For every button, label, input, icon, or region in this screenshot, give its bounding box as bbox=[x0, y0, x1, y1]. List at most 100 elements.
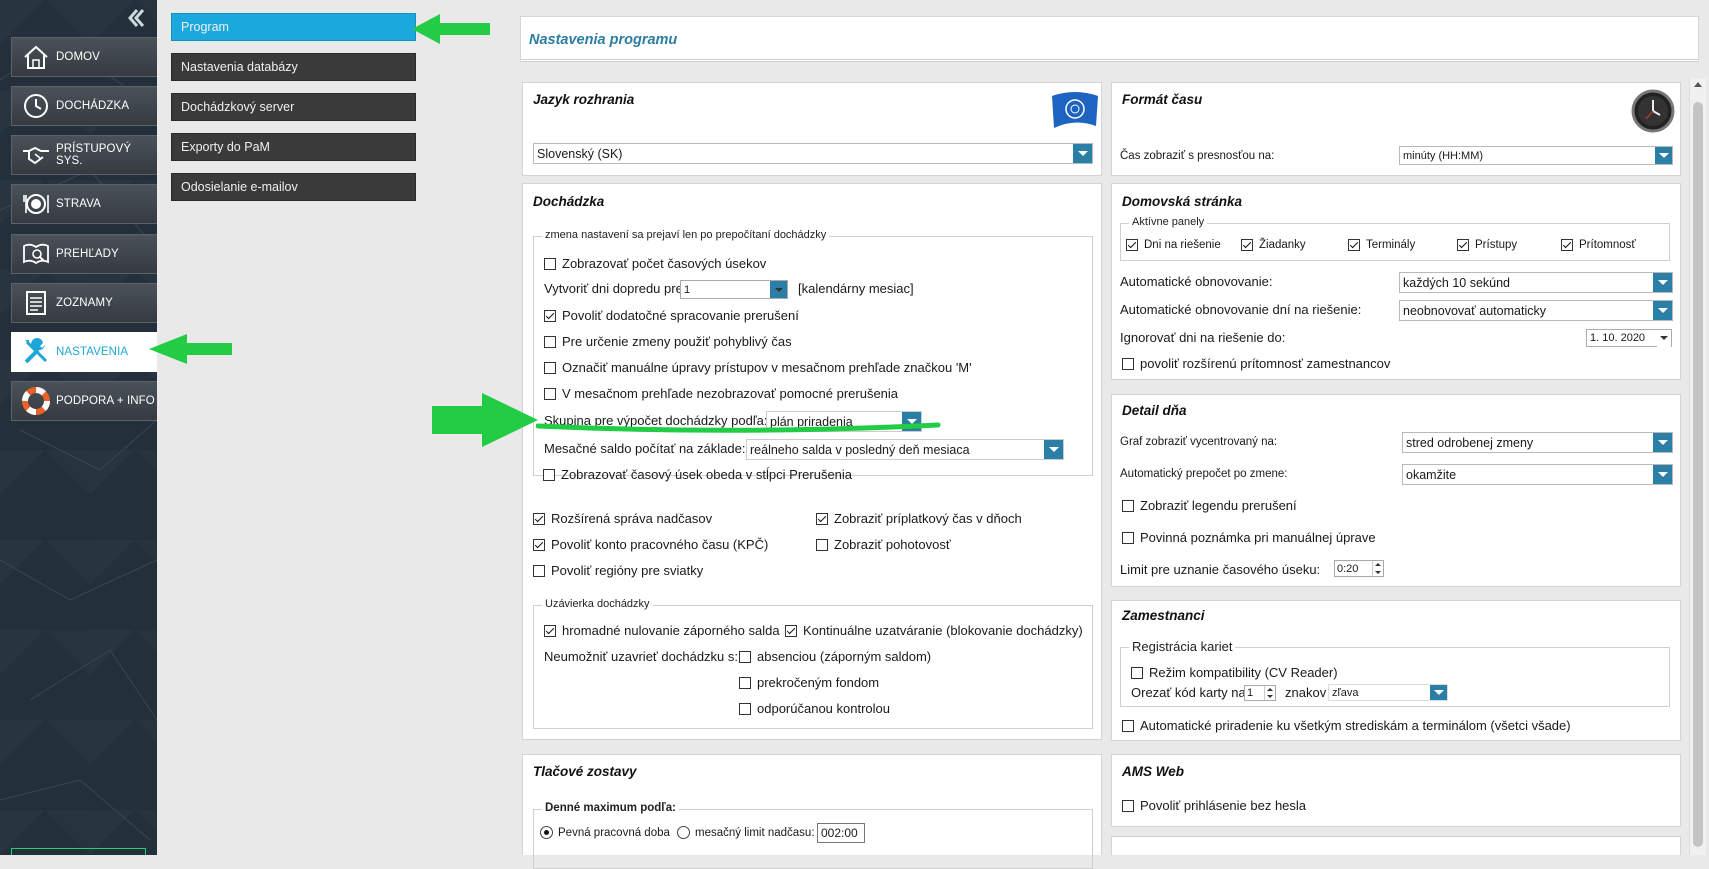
create-days-select[interactable]: 1 bbox=[680, 280, 788, 299]
nav-item-prehlady[interactable]: PREHĽADY bbox=[11, 234, 157, 274]
panel-option-days[interactable]: Dni na riešenie bbox=[1126, 239, 1221, 251]
spinner-arrows-icon[interactable] bbox=[1264, 686, 1275, 700]
fixed-time-radio[interactable] bbox=[540, 826, 553, 839]
show-segments-checkbox[interactable] bbox=[544, 257, 556, 270]
panel-requests-checkbox[interactable] bbox=[1241, 239, 1253, 251]
legend-breaks-row[interactable]: Zobraziť legendu prerušení bbox=[1122, 498, 1297, 513]
mark-manual-row[interactable]: Označiť manuálne úpravy prístupov v mesa… bbox=[544, 360, 972, 375]
mandatory-note-checkbox[interactable] bbox=[1122, 531, 1134, 544]
continuous-checkbox[interactable] bbox=[785, 624, 797, 637]
standby-row[interactable]: Zobraziť pohotovosť bbox=[816, 537, 951, 552]
submenu-label: Nastavenia databázy bbox=[181, 60, 298, 74]
panel-option-requests[interactable]: Žiadanky bbox=[1241, 239, 1306, 251]
compat-mode-checkbox[interactable] bbox=[1131, 666, 1143, 679]
submenu-database-settings[interactable]: Nastavenia databázy bbox=[171, 53, 416, 81]
panel-terminals-checkbox[interactable] bbox=[1348, 239, 1360, 251]
nav-item-zoznamy[interactable]: ZOZNAMY bbox=[11, 283, 157, 323]
checkbox-label: Automatické priradenie ku všetkým stredi… bbox=[1140, 718, 1571, 733]
nav-item-strava[interactable]: STRAVA bbox=[11, 184, 157, 224]
panel-option-terminals[interactable]: Terminály bbox=[1348, 239, 1415, 251]
submenu-exports-pam[interactable]: Exporty do PaM bbox=[171, 133, 416, 161]
monthly-limit-option[interactable]: mesačný limit nadčasu: bbox=[677, 826, 815, 839]
standby-checkbox[interactable] bbox=[816, 538, 828, 551]
auto-refresh-days-select[interactable]: neobnovovať automaticky bbox=[1399, 300, 1673, 321]
annotation-arrow-group bbox=[432, 393, 538, 447]
limit-spinner[interactable]: 0:20 bbox=[1334, 560, 1384, 577]
un-flag-icon bbox=[1050, 90, 1100, 133]
extended-presence-row[interactable]: povoliť rozšírenú prítomnosť zamestnanco… bbox=[1122, 356, 1390, 371]
submenu-attendance-server[interactable]: Dochádzkový server bbox=[171, 93, 416, 121]
nav-item-pristupovy-sys[interactable]: PRÍSTUPOVÝ SYS. bbox=[11, 135, 157, 175]
submenu-email-sending[interactable]: Odosielanie e-mailov bbox=[171, 173, 416, 201]
auto-refresh-select[interactable]: každých 10 sekúnd bbox=[1399, 272, 1673, 293]
mandatory-note-row[interactable]: Povinná poznámka pri manuálnej úprave bbox=[1122, 530, 1376, 545]
monthly-limit-radio[interactable] bbox=[677, 826, 690, 839]
nav-item-nastavenia[interactable]: NASTAVENIA bbox=[11, 332, 157, 372]
scrollbar-thumb[interactable] bbox=[1693, 102, 1703, 847]
auto-refresh-label: Automatické obnovovanie: bbox=[1120, 274, 1273, 289]
kpc-checkbox[interactable] bbox=[533, 538, 545, 551]
nav-item-domov[interactable]: DOMOV bbox=[11, 37, 157, 77]
monthly-limit-input[interactable]: 002:00 bbox=[817, 823, 865, 843]
panel-presence-checkbox[interactable] bbox=[1561, 239, 1573, 251]
overtime-row[interactable]: Rozšírená správa nadčasov bbox=[533, 511, 712, 526]
day-detail-panel: Detail dňa Graf zobraziť vycentrovaný na… bbox=[1111, 394, 1681, 587]
surcharge-checkbox[interactable] bbox=[816, 512, 828, 525]
login-without-password-row[interactable]: Povoliť prihlásenie bez hesla bbox=[1122, 798, 1306, 813]
hide-breaks-checkbox[interactable] bbox=[544, 387, 556, 400]
recommended-checkbox[interactable] bbox=[739, 702, 751, 715]
show-segments-row[interactable]: Zobrazovať počet časových úsekov bbox=[544, 256, 766, 271]
absence-checkbox[interactable] bbox=[739, 650, 751, 663]
graph-center-select[interactable]: stred odrobenej zmeny bbox=[1402, 432, 1673, 453]
recommended-row[interactable]: odporúčanou kontrolou bbox=[739, 701, 890, 716]
exceeded-row[interactable]: prekročeným fondom bbox=[739, 675, 879, 690]
surcharge-row[interactable]: Zobraziť príplatkový čas v dňoch bbox=[816, 511, 1022, 526]
saldo-select[interactable]: reálneho salda v posledný deň mesiaca bbox=[746, 439, 1064, 460]
lunch-column-row[interactable]: Zobrazovať časový úsek obeda v stĺpci Pr… bbox=[543, 467, 852, 482]
panel-days-checkbox[interactable] bbox=[1126, 239, 1138, 251]
exceeded-checkbox[interactable] bbox=[739, 676, 751, 689]
mass-reset-row[interactable]: hromadné nulovanie záporného salda bbox=[544, 623, 780, 638]
ignore-date-picker[interactable]: 1. 10. 2020 bbox=[1586, 329, 1672, 347]
trim-spinner[interactable]: 1 bbox=[1244, 685, 1276, 701]
allow-processing-checkbox[interactable] bbox=[544, 309, 556, 322]
time-precision-select[interactable]: minúty (HH:MM) bbox=[1399, 146, 1673, 165]
scroll-up-icon[interactable] bbox=[1694, 82, 1702, 87]
panel-accesses-checkbox[interactable] bbox=[1457, 239, 1469, 251]
trim-direction-select[interactable]: zľava bbox=[1328, 684, 1448, 701]
allow-processing-row[interactable]: Povoliť dodatočné spracovanie prerušení bbox=[544, 308, 799, 323]
spinner-arrows-icon[interactable] bbox=[1372, 561, 1383, 576]
lunch-column-checkbox[interactable] bbox=[543, 468, 555, 481]
overtime-checkbox[interactable] bbox=[533, 512, 545, 525]
auto-assign-row[interactable]: Automatické priradenie ku všetkým stredi… bbox=[1122, 718, 1571, 733]
hide-breaks-row[interactable]: V mesačnom prehľade nezobrazovať pomocné… bbox=[544, 386, 898, 401]
continuous-row[interactable]: Kontinuálne uzatváranie (blokovanie doch… bbox=[785, 623, 1083, 638]
page-title: Nastavenia programu bbox=[529, 32, 678, 48]
mass-reset-checkbox[interactable] bbox=[544, 624, 556, 637]
submenu-program[interactable]: Program bbox=[171, 13, 416, 41]
panel-option-accesses[interactable]: Prístupy bbox=[1457, 239, 1517, 251]
trim-value: 1 bbox=[1247, 687, 1254, 699]
kpc-row[interactable]: Povoliť konto pracovného času (KPČ) bbox=[533, 537, 768, 552]
panel-option-presence[interactable]: Prítomnosť bbox=[1561, 239, 1636, 251]
fieldset-legend: Denné maximum podľa: bbox=[542, 802, 679, 814]
nav-item-dochadzka[interactable]: DOCHÁDZKA bbox=[11, 86, 157, 126]
login-without-password-checkbox[interactable] bbox=[1122, 799, 1134, 812]
fixed-time-option[interactable]: Pevná pracovná doba bbox=[540, 826, 670, 839]
mark-manual-checkbox[interactable] bbox=[544, 361, 556, 374]
extended-presence-checkbox[interactable] bbox=[1122, 357, 1134, 370]
collapse-sidebar-icon[interactable] bbox=[124, 6, 146, 30]
flexible-time-checkbox[interactable] bbox=[544, 335, 556, 348]
auto-assign-checkbox[interactable] bbox=[1122, 719, 1134, 732]
trim-unit: znakov bbox=[1285, 685, 1327, 700]
page-scrollbar[interactable] bbox=[1689, 78, 1706, 855]
language-select[interactable]: Slovenský (SK) bbox=[533, 143, 1093, 164]
recalc-select[interactable]: okamžite bbox=[1402, 464, 1673, 485]
compat-mode-row[interactable]: Režim kompatibility (CV Reader) bbox=[1131, 665, 1338, 680]
nav-item-podpora-info[interactable]: PODPORA + INFO bbox=[11, 381, 157, 421]
absence-row[interactable]: absenciou (záporným saldom) bbox=[739, 649, 931, 664]
flexible-time-row[interactable]: Pre určenie zmeny použiť pohyblivý čas bbox=[544, 334, 792, 349]
legend-breaks-checkbox[interactable] bbox=[1122, 499, 1134, 512]
regions-row[interactable]: Povoliť regióny pre sviatky bbox=[533, 563, 703, 578]
regions-checkbox[interactable] bbox=[533, 564, 545, 577]
